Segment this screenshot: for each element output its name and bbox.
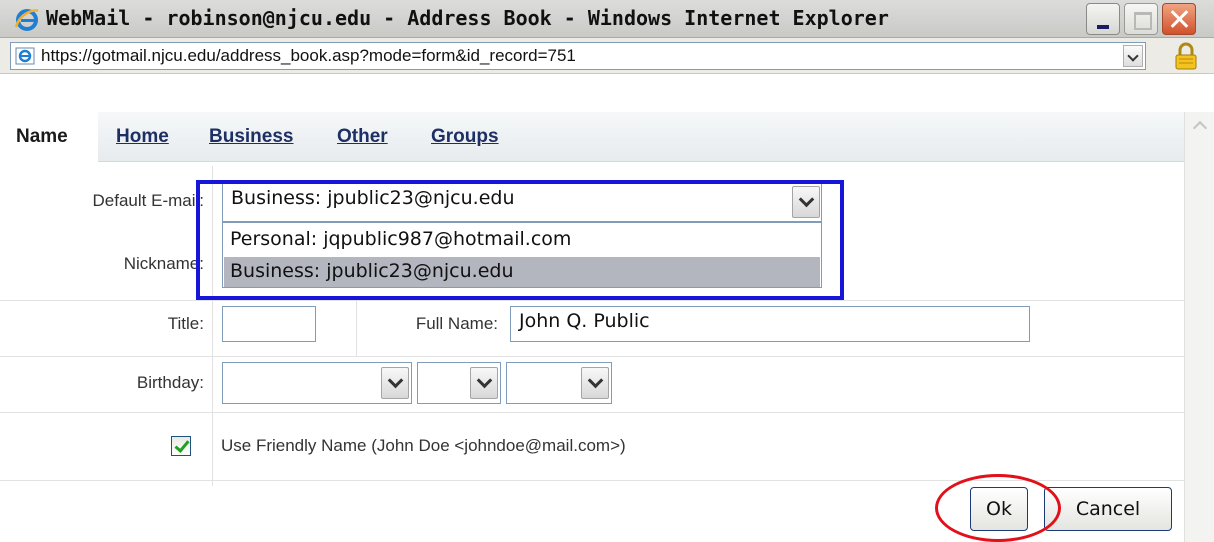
chevron-down-icon[interactable] xyxy=(470,367,498,399)
title-label: Title: xyxy=(167,314,204,333)
close-button[interactable] xyxy=(1162,3,1196,35)
vertical-scrollbar[interactable] xyxy=(1184,112,1214,542)
address-book-tabs: Name Home Business Other Groups xyxy=(0,112,1184,162)
scroll-up-arrow-icon[interactable] xyxy=(1189,114,1211,134)
annotation-circle xyxy=(935,474,1061,542)
grid-divider xyxy=(0,356,1184,357)
friendly-name-checkbox[interactable] xyxy=(171,436,191,456)
maximize-button[interactable] xyxy=(1124,3,1158,35)
tab-other[interactable]: Other xyxy=(337,126,388,148)
tab-business[interactable]: Business xyxy=(209,126,293,148)
nickname-label: Nickname: xyxy=(123,254,204,273)
tab-name[interactable]: Name xyxy=(0,112,98,162)
url-dropdown-button[interactable] xyxy=(1123,45,1143,67)
window-title-bar: WebMail - robinson@njcu.edu - Address Bo… xyxy=(0,0,1214,38)
cancel-button[interactable]: Cancel xyxy=(1044,487,1172,531)
grid-divider xyxy=(356,300,357,356)
window-title: WebMail - robinson@njcu.edu - Address Bo… xyxy=(46,6,889,30)
url-text: https://gotmail.njcu.edu/address_book.as… xyxy=(41,46,576,65)
annotation-highlight-box xyxy=(196,180,844,300)
tab-home[interactable]: Home xyxy=(116,126,169,148)
padlock-icon[interactable] xyxy=(1172,42,1200,70)
chevron-down-icon[interactable] xyxy=(381,367,409,399)
chevron-down-icon[interactable] xyxy=(581,367,609,399)
url-field[interactable]: https://gotmail.njcu.edu/address_book.as… xyxy=(10,42,1146,70)
full-name-label: Full Name: xyxy=(415,314,498,333)
grid-divider xyxy=(0,300,1184,301)
title-input[interactable] xyxy=(222,306,316,342)
default-email-label: Default E-mail: xyxy=(92,191,204,210)
grid-divider xyxy=(0,412,1184,413)
address-bar: https://gotmail.njcu.edu/address_book.as… xyxy=(0,38,1214,74)
full-name-input[interactable]: John Q. Public xyxy=(510,306,1030,342)
birthday-day-select[interactable] xyxy=(417,362,501,404)
full-name-value: John Q. Public xyxy=(519,310,650,332)
internet-explorer-icon xyxy=(14,9,39,31)
friendly-name-label: Use Friendly Name (John Doe <johndoe@mai… xyxy=(221,436,626,455)
page-icon xyxy=(15,47,35,65)
birthday-month-select[interactable] xyxy=(222,362,412,404)
tab-groups[interactable]: Groups xyxy=(431,126,499,148)
birthday-year-select[interactable] xyxy=(506,362,612,404)
birthday-label: Birthday: xyxy=(136,373,204,392)
minimize-button[interactable] xyxy=(1086,3,1120,35)
